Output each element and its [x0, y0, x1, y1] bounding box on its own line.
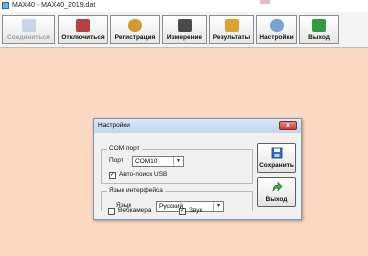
autosearch-label: Авто-поиск USB — [119, 171, 168, 178]
disconnect-button[interactable]: Отключиться — [58, 15, 108, 44]
exit-button[interactable]: Выход — [299, 15, 339, 44]
port-value: COM10 — [135, 158, 158, 165]
dialog-title-bar: Настройки x — [94, 119, 301, 133]
measurement-label: Измерение — [166, 34, 203, 41]
settings-button[interactable]: Настройки — [256, 15, 297, 44]
dialog-title: Настройки — [98, 122, 130, 129]
registration-label: Регистрация — [114, 34, 156, 41]
window-title: MAX40 - MAX40_2019.dat — [12, 2, 96, 9]
port-label: Порт — [109, 157, 124, 164]
settings-dialog: Настройки x COM порт Порт COM10 ▼ ✓ Авто… — [93, 118, 302, 220]
save-button[interactable]: Сохранить — [257, 143, 296, 173]
measurement-icon — [177, 19, 192, 32]
chevron-down-icon: ▼ — [173, 157, 183, 166]
autosearch-checkbox[interactable]: ✓ — [109, 172, 116, 179]
registration-button[interactable]: Регистрация — [110, 15, 160, 44]
settings-label: Настройки — [259, 34, 294, 41]
connect-icon — [21, 19, 36, 32]
results-button[interactable]: Результаты — [209, 15, 254, 44]
window-title-bar: MAX40 - MAX40_2019.dat — [0, 0, 368, 12]
registration-icon — [128, 19, 142, 32]
sound-checkbox[interactable]: ✓ — [179, 208, 186, 215]
webcam-label: Вебкамера — [118, 207, 152, 214]
webcam-checkbox[interactable] — [108, 208, 115, 215]
chevron-down-icon: ▼ — [213, 202, 223, 211]
connect-button[interactable]: Соединиться — [2, 15, 55, 44]
save-label: Сохранить — [259, 162, 294, 169]
results-label: Результаты — [212, 34, 251, 41]
com-port-group-label: COM порт — [107, 145, 142, 152]
exit-arrow-icon — [272, 181, 283, 192]
com-port-group: COM порт Порт COM10 ▼ ✓ Авто-поиск USB — [101, 145, 253, 184]
settings-icon — [269, 19, 284, 32]
sound-label: Звук — [189, 207, 203, 214]
exit-label: Выход — [308, 34, 330, 41]
disconnect-label: Отключиться — [61, 34, 105, 41]
port-select[interactable]: COM10 ▼ — [132, 156, 184, 167]
results-icon — [224, 19, 239, 32]
app-icon — [2, 2, 9, 9]
exit-icon — [312, 19, 326, 32]
save-icon — [271, 147, 283, 159]
exit-dialog-label: Выход — [265, 196, 288, 203]
language-group-label: Язык интерфейса — [107, 187, 165, 194]
main-toolbar: Соединиться Отключиться Регистрация Изме… — [0, 12, 368, 48]
dialog-exit-button[interactable]: Выход — [257, 177, 296, 207]
disconnect-icon — [76, 19, 90, 32]
connect-label: Соединиться — [7, 34, 50, 41]
title-bar-artifact — [260, 0, 270, 4]
close-button[interactable]: x — [279, 121, 297, 130]
measurement-button[interactable]: Измерение — [162, 15, 207, 44]
